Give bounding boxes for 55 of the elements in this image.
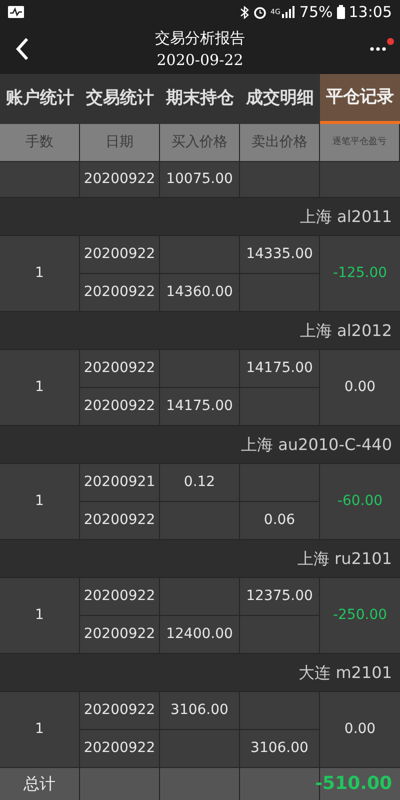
sell-price-cell: 14335.00 [240,236,320,274]
date-cell: 20200922 [80,578,160,616]
lots-cell: 1 [0,464,80,540]
total-pnl: -510.00 [315,775,392,793]
pnl-cell: -250.00 [320,578,400,654]
clock: 13:05 [348,2,392,23]
pnl-cell: -60.00 [320,464,400,540]
report-date: 2020-09-22 [156,50,244,71]
activity-icon [8,6,24,18]
date-cell: 20200922 [80,502,160,540]
battery-level: 75% [299,2,333,23]
date-cell: 20200922 [80,274,160,312]
buy-price-cell: 10075.00 [160,162,240,198]
buy-price-cell: 14360.00 [160,274,240,312]
alarm-icon [252,5,267,19]
date-cell: 20200922 [80,350,160,388]
contract-title: 上海 al2011 [300,206,392,228]
tab[interactable]: 成交明细 [240,74,320,124]
contract-title: 上海 au2010-C-440 [240,434,392,456]
signal-icon [282,6,296,18]
sell-price-cell: 3106.00 [240,730,320,768]
date-cell: 20200922 [80,236,160,274]
sell-price-cell: 14175.00 [240,350,320,388]
pnl-cell: 0.00 [320,350,400,426]
tab[interactable]: 平仓记录 [320,74,400,124]
contract-title: 大连 m2101 [298,662,392,684]
total-label: 总计 [0,768,80,800]
buy-price-cell: 12400.00 [160,616,240,654]
date-cell: 20200922 [80,162,160,198]
date-cell: 20200921 [80,464,160,502]
contract-title: 上海 ru2101 [297,548,392,570]
bluetooth-icon [240,6,249,18]
lots-cell: 1 [0,692,80,768]
more-icon [369,46,387,52]
pnl-cell: 0.00 [320,692,400,768]
lots-cell: 1 [0,578,80,654]
sell-price-cell: 12375.00 [240,578,320,616]
date-cell: 20200922 [80,388,160,426]
buy-price-cell: 3106.00 [160,692,240,730]
lots-cell: 1 [0,236,80,312]
tab[interactable]: 交易统计 [80,74,160,124]
pnl-cell: -125.00 [320,236,400,312]
sell-price-cell: 0.06 [240,502,320,540]
back-icon [15,37,29,61]
buy-price-cell: 14175.00 [160,388,240,426]
date-cell: 20200922 [80,730,160,768]
date-cell: 20200922 [80,616,160,654]
tab[interactable]: 期末持仓 [160,74,240,124]
contract-title: 上海 al2012 [300,320,392,342]
battery-icon [336,5,345,19]
lots-cell: 1 [0,350,80,426]
report-title: 交易分析报告 [155,28,245,49]
date-cell: 20200922 [80,692,160,730]
tab[interactable]: 账户统计 [0,74,80,124]
buy-price-cell: 0.12 [160,464,240,502]
